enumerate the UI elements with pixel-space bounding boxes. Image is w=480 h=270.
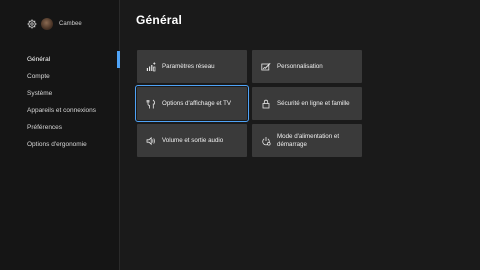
sidebar-item-account[interactable]: Compte	[0, 68, 120, 85]
tile-display-tv-options[interactable]: Options d'affichage et TV	[135, 85, 249, 122]
sidebar-item-preferences[interactable]: Préférences	[0, 119, 120, 136]
tile-label: Volume et sortie audio	[162, 136, 224, 144]
tile-label: Options d'affichage et TV	[162, 99, 232, 107]
main-panel: Général Paramètres réseau Personnalisati…	[120, 0, 480, 270]
gamertag: Cambee	[59, 21, 82, 27]
sidebar-item-devices-connections[interactable]: Appareils et connexions	[0, 102, 120, 119]
tile-label: Sécurité en ligne et famille	[277, 99, 350, 107]
gear-icon[interactable]	[27, 19, 37, 29]
sidebar-item-system[interactable]: Système	[0, 85, 120, 102]
tile-power-mode-startup[interactable]: Mode d'alimentation et démarrage	[252, 124, 362, 157]
settings-screen: Cambee Général Compte Système Appareils …	[0, 0, 480, 270]
power-icon	[261, 136, 271, 146]
lock-icon	[261, 99, 271, 109]
speaker-icon	[146, 136, 156, 146]
personalization-icon	[261, 62, 271, 72]
tile-network-settings[interactable]: Paramètres réseau	[137, 50, 247, 83]
sidebar: Cambee Général Compte Système Appareils …	[0, 0, 120, 270]
display-tv-icon	[146, 99, 156, 109]
profile-area[interactable]: Cambee	[27, 16, 82, 32]
tile-volume-audio-output[interactable]: Volume et sortie audio	[137, 124, 247, 157]
tile-label: Paramètres réseau	[162, 62, 215, 70]
tile-online-safety-family[interactable]: Sécurité en ligne et famille	[252, 87, 362, 120]
sidebar-nav: Général Compte Système Appareils et conn…	[0, 51, 120, 153]
avatar[interactable]	[41, 18, 53, 30]
network-icon	[146, 61, 156, 72]
sidebar-item-general[interactable]: Général	[0, 51, 120, 68]
sidebar-item-accessibility[interactable]: Options d'ergonomie	[0, 136, 120, 153]
tile-label: Mode d'alimentation et démarrage	[277, 132, 340, 148]
page-title: Général	[136, 13, 183, 27]
tile-label: Personnalisation	[277, 62, 323, 70]
tile-personalization[interactable]: Personnalisation	[252, 50, 362, 83]
